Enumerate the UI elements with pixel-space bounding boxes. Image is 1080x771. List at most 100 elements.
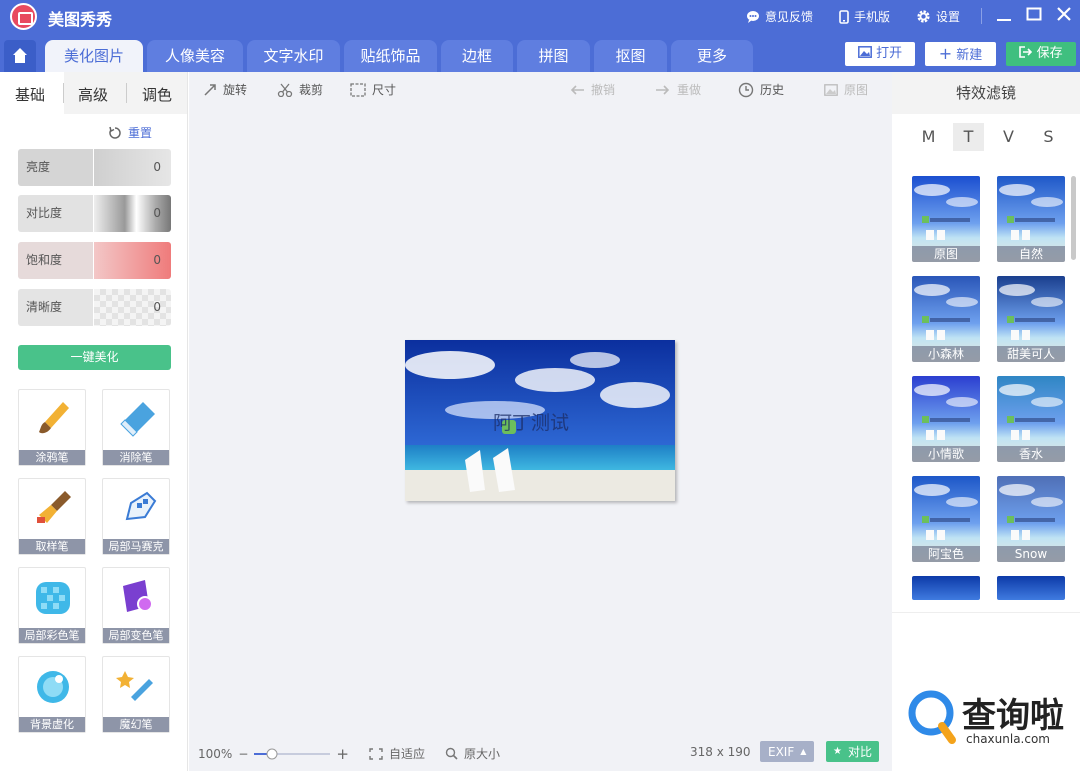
tool-label: 局部变色笔 — [103, 628, 169, 643]
background-blur-tool[interactable]: 背景虚化 — [18, 656, 86, 733]
filter-thumb-image — [999, 184, 1063, 240]
color-pen-tool[interactable]: 局部彩色笔 — [18, 567, 86, 644]
compare-icon: ★ — [833, 746, 842, 757]
filter-thumb-image — [914, 384, 978, 440]
close-button[interactable] — [1052, 4, 1076, 28]
saturation-slider[interactable]: 饱和度 0 — [18, 242, 171, 279]
tab-more[interactable]: 更多 — [671, 40, 753, 72]
crop-button[interactable]: 裁剪 — [277, 81, 323, 98]
compare-button[interactable]: ★ 对比 — [826, 741, 879, 762]
filter-thumb-6[interactable]: 阿宝色 — [912, 476, 980, 562]
size-button[interactable]: 尺寸 — [350, 81, 396, 98]
redo-button[interactable]: 重做 — [655, 81, 701, 98]
actual-size-button[interactable]: 原大小 — [445, 745, 500, 762]
sharpness-slider[interactable]: 清晰度 0 — [18, 289, 171, 326]
zoom-slider[interactable] — [254, 748, 331, 760]
history-label: 历史 — [760, 83, 785, 97]
reset-button[interactable]: 重置 — [108, 124, 152, 141]
subtab-color[interactable]: 调色 — [142, 84, 172, 105]
filter-label: 小情歌 — [912, 446, 980, 462]
filter-thumb-image — [914, 184, 978, 240]
tab-stickers[interactable]: 贴纸饰品 — [344, 40, 437, 72]
save-button[interactable]: 保存 — [1006, 42, 1076, 66]
export-icon — [1019, 46, 1033, 58]
filter-thumb-image — [999, 384, 1063, 440]
one-click-beautify-button[interactable]: 一键美化 — [18, 345, 171, 370]
recolor-pen-tool[interactable]: 局部变色笔 — [102, 567, 170, 644]
new-label: 新建 — [956, 48, 983, 63]
tool-label: 局部马赛克 — [103, 539, 169, 554]
canvas-area: 旋转 裁剪 尺寸 撤销 重做 历史 原图 阿丁测试 100% − + 自适应 原… — [189, 72, 892, 771]
sample-pen-tool[interactable]: 取样笔 — [18, 478, 86, 555]
filter-thumb-partial[interactable] — [912, 576, 980, 600]
undo-button[interactable]: 撤销 — [569, 81, 615, 98]
eraser-pen-tool[interactable]: 消除笔 — [102, 389, 170, 466]
brightness-slider[interactable]: 亮度 0 — [18, 149, 171, 186]
filter-thumb-0[interactable]: 原图 — [912, 176, 980, 262]
filter-category-v[interactable]: V — [993, 123, 1024, 151]
recolor-pen-icon — [123, 580, 153, 612]
image-icon — [824, 83, 838, 96]
filter-thumb-partial[interactable] — [997, 576, 1065, 600]
photo-preview[interactable]: 阿丁测试 — [405, 340, 675, 501]
filter-thumb-4[interactable]: 小情歌 — [912, 376, 980, 462]
filter-thumb-1[interactable]: 自然 — [997, 176, 1065, 262]
divider — [981, 8, 982, 24]
home-icon[interactable] — [4, 40, 36, 72]
tab-text[interactable]: 文字水印 — [247, 40, 340, 72]
tool-label: 取样笔 — [19, 539, 85, 554]
reset-icon — [109, 126, 121, 139]
zoom-out-icon[interactable]: − — [238, 747, 248, 761]
filter-category-s[interactable]: S — [1033, 123, 1064, 151]
slider-label: 对比度 — [18, 195, 94, 232]
photo-watermark-text: 阿丁测试 — [493, 412, 569, 434]
zoom-control[interactable]: 100% − + — [198, 745, 349, 763]
maximize-button[interactable] — [1022, 4, 1046, 28]
tab-cutout[interactable]: 抠图 — [594, 40, 667, 72]
open-button[interactable]: 打开 — [845, 42, 915, 66]
tab-portrait[interactable]: 人像美容 — [147, 40, 243, 72]
sample-brush-icon — [37, 491, 71, 523]
arrow-right-icon — [656, 84, 670, 95]
filter-category-t[interactable]: T — [953, 123, 984, 151]
left-panel: 基础 高级 调色 重置 亮度 0 对比度 0 饱和度 0 清晰度 0 一键美化 … — [0, 72, 188, 771]
filter-thumb-image — [999, 284, 1063, 340]
exif-label: EXIF — [768, 744, 795, 759]
chat-icon — [747, 10, 759, 23]
tab-collage[interactable]: 拼图 — [517, 40, 590, 72]
exif-button[interactable]: EXIF ▲ — [760, 741, 815, 762]
filter-thumb-image — [914, 484, 978, 540]
feedback-link[interactable]: 意见反馈 — [746, 8, 813, 25]
history-button[interactable]: 历史 — [738, 81, 784, 98]
tab-beautify[interactable]: 美化图片 — [45, 40, 143, 72]
filter-thumb-5[interactable]: 香水 — [997, 376, 1065, 462]
eraser-icon — [120, 402, 155, 437]
filter-category-m[interactable]: M — [913, 123, 944, 151]
divider — [892, 612, 1080, 613]
contrast-slider[interactable]: 对比度 0 — [18, 195, 171, 232]
mosaic-pen-tool[interactable]: 局部马赛克 — [102, 478, 170, 555]
filter-scrollbar[interactable] — [1071, 176, 1076, 260]
zoom-in-icon[interactable]: + — [336, 745, 349, 763]
subtab-basic[interactable]: 基础 — [15, 84, 45, 105]
mobile-link[interactable]: 手机版 — [839, 8, 890, 25]
doodle-pen-tool[interactable]: 涂鸦笔 — [18, 389, 86, 466]
filter-thumb-3[interactable]: 甜美可人 — [997, 276, 1065, 362]
subtab-advanced[interactable]: 高级 — [78, 84, 108, 105]
new-button[interactable]: + 新建 — [925, 42, 996, 66]
original-button[interactable]: 原图 — [824, 81, 868, 98]
fit-label: 自适应 — [389, 747, 426, 761]
title-bar: 美图秀秀 意见反馈 手机版 设置 — [0, 0, 1080, 32]
filter-thumb-2[interactable]: 小森林 — [912, 276, 980, 362]
app-logo-icon — [10, 3, 37, 30]
minimize-button[interactable] — [992, 4, 1016, 28]
tab-border[interactable]: 边框 — [441, 40, 513, 72]
magic-pen-icon — [116, 671, 153, 701]
magic-pen-tool[interactable]: 魔幻笔 — [102, 656, 170, 733]
fit-button[interactable]: 自适应 — [369, 745, 425, 762]
app-title: 美图秀秀 — [48, 10, 113, 29]
settings-link[interactable]: 设置 — [916, 8, 960, 25]
filter-thumb-7[interactable]: Snow — [997, 476, 1065, 562]
fit-icon — [369, 747, 383, 760]
rotate-button[interactable]: 旋转 — [203, 81, 247, 98]
